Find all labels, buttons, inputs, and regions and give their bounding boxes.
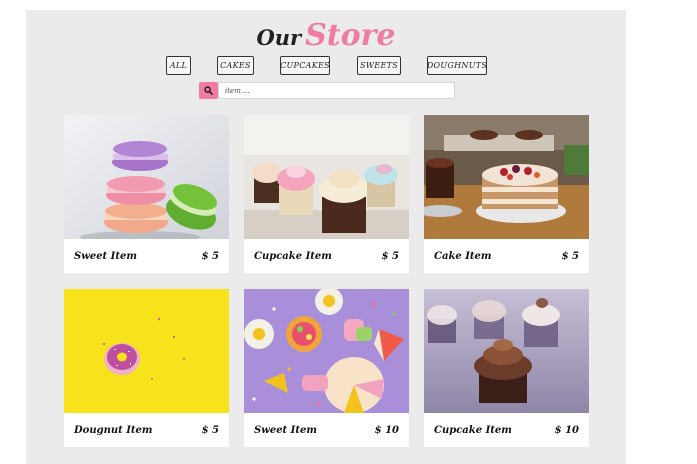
search-row bbox=[199, 82, 455, 99]
product-info: Dougnut Item $ 5 bbox=[64, 413, 229, 447]
product-card[interactable]: Sweet Item $ 10 bbox=[244, 289, 409, 447]
product-image-cupcakes[interactable] bbox=[244, 115, 409, 239]
filter-sweets-button[interactable]: SWEETS bbox=[357, 56, 401, 75]
product-image-cake[interactable] bbox=[424, 115, 589, 239]
product-name: Sweet Item bbox=[254, 424, 317, 436]
product-image-macarons[interactable] bbox=[64, 115, 229, 239]
title-highlight: Store bbox=[305, 18, 396, 53]
product-name: Cupcake Item bbox=[434, 424, 512, 436]
product-card[interactable]: Cake Item $ 5 bbox=[424, 115, 589, 273]
product-price: $ 5 bbox=[201, 250, 219, 262]
filter-bar: ALL CAKES CUPCAKES SWEETS DOUGHNUTS bbox=[26, 56, 626, 75]
product-price: $ 5 bbox=[561, 250, 579, 262]
product-info: Cupcake Item $ 5 bbox=[244, 239, 409, 273]
product-name: Dougnut Item bbox=[74, 424, 153, 436]
page-title: Our Store bbox=[26, 18, 626, 53]
product-card[interactable]: Cupcake Item $ 10 bbox=[424, 289, 589, 447]
product-name: Cupcake Item bbox=[254, 250, 332, 262]
product-price: $ 5 bbox=[381, 250, 399, 262]
product-info: Cupcake Item $ 10 bbox=[424, 413, 589, 447]
product-card[interactable]: Sweet Item $ 5 bbox=[64, 115, 229, 273]
filter-cupcakes-button[interactable]: CUPCAKES bbox=[280, 56, 330, 75]
store-section: Our Store ALL CAKES CUPCAKES SWEETS DOUGH… bbox=[26, 10, 626, 464]
search-button[interactable] bbox=[199, 82, 218, 99]
title-prefix: Our bbox=[256, 25, 302, 50]
filter-doughnuts-button[interactable]: DOUGHNUTS bbox=[427, 56, 487, 75]
product-info: Cake Item $ 5 bbox=[424, 239, 589, 273]
product-image-cupcake-chocolate[interactable] bbox=[424, 289, 589, 413]
product-name: Sweet Item bbox=[74, 250, 137, 262]
product-image-sweets[interactable] bbox=[244, 289, 409, 413]
search-icon bbox=[204, 86, 213, 95]
product-image-doughnut[interactable] bbox=[64, 289, 229, 413]
filter-all-button[interactable]: ALL bbox=[166, 56, 191, 75]
product-info: Sweet Item $ 10 bbox=[244, 413, 409, 447]
product-card[interactable]: Cupcake Item $ 5 bbox=[244, 115, 409, 273]
product-price: $ 10 bbox=[554, 424, 579, 436]
product-card[interactable]: Dougnut Item $ 5 bbox=[64, 289, 229, 447]
product-info: Sweet Item $ 5 bbox=[64, 239, 229, 273]
product-price: $ 10 bbox=[374, 424, 399, 436]
filter-cakes-button[interactable]: CAKES bbox=[217, 56, 254, 75]
product-name: Cake Item bbox=[434, 250, 492, 262]
search-input[interactable] bbox=[218, 82, 455, 99]
product-price: $ 5 bbox=[201, 424, 219, 436]
